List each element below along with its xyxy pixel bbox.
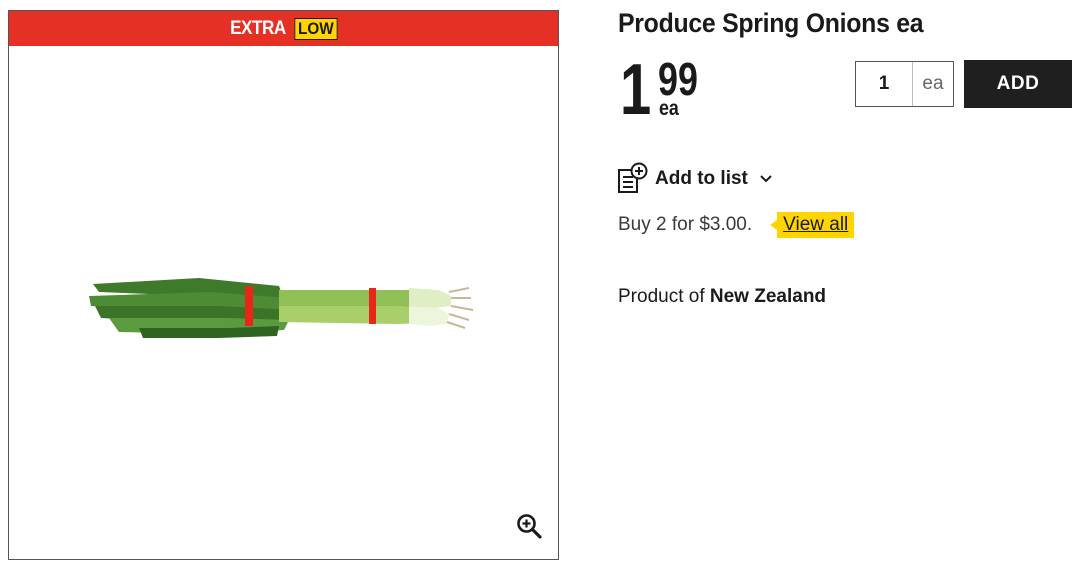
quantity-input[interactable] [856, 62, 912, 106]
promo-tag: LOW [294, 17, 338, 40]
add-to-cart-button[interactable]: ADD [964, 60, 1072, 108]
product-image-card: EXTRA LOW [8, 10, 559, 560]
product-image [89, 278, 474, 338]
chevron-down-icon [760, 175, 772, 183]
origin-prefix: Product of [618, 286, 705, 307]
origin-country: New Zealand [709, 286, 827, 307]
add-to-list-icon [618, 162, 648, 193]
view-all-link[interactable]: View all [770, 212, 855, 238]
promo-banner: EXTRA LOW [9, 11, 558, 46]
product-page: EXTRA LOW Produce Spring Onions ea 1 99 … [0, 0, 1080, 575]
quantity-unit: ea [922, 73, 944, 94]
price-dollars: 1 [620, 50, 652, 130]
multibuy-offer: Buy 2 for $3.00. View all [618, 212, 855, 238]
price-cents: 99 [658, 53, 698, 105]
add-to-list-label: Add to list [655, 168, 748, 189]
country-of-origin: Product of New Zealand [618, 286, 826, 308]
promo-word: EXTRA [230, 17, 287, 39]
zoom-in-icon[interactable] [516, 513, 542, 539]
price-unit: ea [659, 97, 679, 120]
add-to-list-button[interactable]: Add to list [617, 162, 772, 196]
product-title: Produce Spring Onions ea [618, 8, 924, 38]
offer-text: Buy 2 for $3.00. [618, 214, 753, 235]
quantity-stepper: ea [855, 61, 954, 107]
